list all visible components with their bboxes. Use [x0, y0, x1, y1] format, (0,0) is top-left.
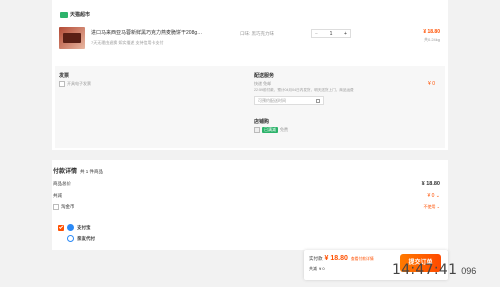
checkbox-checked-icon[interactable]	[58, 224, 64, 231]
pay-method-label: 亲友代付	[77, 235, 95, 241]
clock-overlay: 14:47:41 096	[392, 262, 476, 278]
saved-label: 共减	[309, 266, 317, 271]
minus-button[interactable]: −	[312, 31, 321, 37]
detail-label: 共减	[53, 193, 62, 198]
options-panel	[55, 66, 445, 148]
shop-coupon-label: 免费	[280, 127, 288, 132]
calendar-icon	[316, 98, 320, 103]
payment-detail-header: 付款详情 共 1 件商品	[53, 166, 103, 175]
payment-detail-count: 共 1 件商品	[80, 169, 104, 174]
saved: 共减 ¥ 0	[309, 266, 325, 272]
store-header: 天猫超市	[60, 11, 90, 18]
clock-time: 14:47:41	[392, 262, 458, 278]
alipay-icon	[67, 224, 74, 231]
detail-row-total: 商品总价 ¥ 18.80	[53, 181, 440, 187]
view-detail-link[interactable]: 查看付款详情	[351, 257, 374, 262]
coins-checkbox[interactable]	[53, 204, 59, 210]
detail-row-coins[interactable]: 淘金币 不使用 ⌄	[53, 204, 440, 210]
shop-coupon-badge: 已满减	[262, 127, 278, 133]
product-spec: 口味: 黑巧克力味	[240, 31, 274, 36]
detail-value: ¥ 18.80	[421, 181, 440, 187]
delivery-type: 快递 免邮	[254, 81, 272, 86]
plus-button[interactable]: +	[341, 31, 350, 37]
delivery-time-placeholder: 可预约配送时间	[258, 97, 286, 103]
actual-pay-amount: ¥ 18.80	[324, 255, 348, 262]
pay-method-alipay[interactable]: 支付宝	[58, 224, 91, 231]
detail-row-discount[interactable]: 共减 ¥ 0 ⌄	[53, 193, 440, 199]
invoice-option[interactable]: 开具电子发票	[59, 81, 91, 87]
invoice-title: 发票	[59, 73, 70, 79]
saved-amount: ¥ 0	[319, 266, 325, 271]
actual-pay-label: 实付款	[309, 256, 323, 261]
chevron-down-icon: ⌄	[435, 193, 440, 199]
detail-value: ¥ 0 ⌄	[427, 193, 440, 199]
delivery-title: 配送服务	[254, 73, 275, 79]
detail-label: 淘金币	[61, 204, 75, 209]
tmall-icon	[60, 11, 68, 18]
shop-coupon-checkbox[interactable]	[254, 127, 260, 133]
quantity-stepper[interactable]: − 1 +	[311, 29, 351, 38]
product-image[interactable]	[59, 27, 85, 49]
detail-value: 不使用 ⌄	[423, 204, 440, 209]
store-name[interactable]: 天猫超市	[70, 11, 90, 18]
friend-pay-icon	[67, 235, 74, 242]
qty-value[interactable]: 1	[330, 31, 333, 37]
delivery-time-select[interactable]: 可预约配送时间	[254, 96, 324, 105]
chevron-down-icon: ⌄	[436, 204, 440, 209]
pay-method-friend[interactable]: 亲友代付	[67, 235, 95, 242]
invoice-option-label: 开具电子发票	[67, 81, 91, 86]
product-service: 7天无理由退换 如实描述 支持信用卡支付	[91, 40, 164, 45]
invoice-checkbox[interactable]	[59, 81, 65, 87]
shop-coupon-row[interactable]: 已满减 免费	[254, 127, 288, 133]
actual-pay: 实付款 ¥ 18.80 查看付款详情	[309, 255, 374, 262]
payment-detail-title: 付款详情	[53, 169, 78, 175]
product-subprice: 共0.24kg	[423, 37, 440, 42]
product-price: ¥ 18.80	[423, 29, 440, 35]
detail-label: 商品总价	[53, 181, 71, 186]
product-title[interactable]: 进口马来西亚马蓉新鲜黑巧克力燕麦脆饼干208g…	[91, 29, 231, 36]
delivery-price: ¥ 0	[428, 81, 435, 87]
shop-coupon-title: 店铺购	[254, 119, 270, 125]
delivery-note: 22:59前付款，预计04月04日内发货，明天送货上门，商品运费	[254, 88, 354, 92]
clock-suffix: 096	[461, 266, 477, 276]
pay-method-label: 支付宝	[77, 224, 91, 230]
